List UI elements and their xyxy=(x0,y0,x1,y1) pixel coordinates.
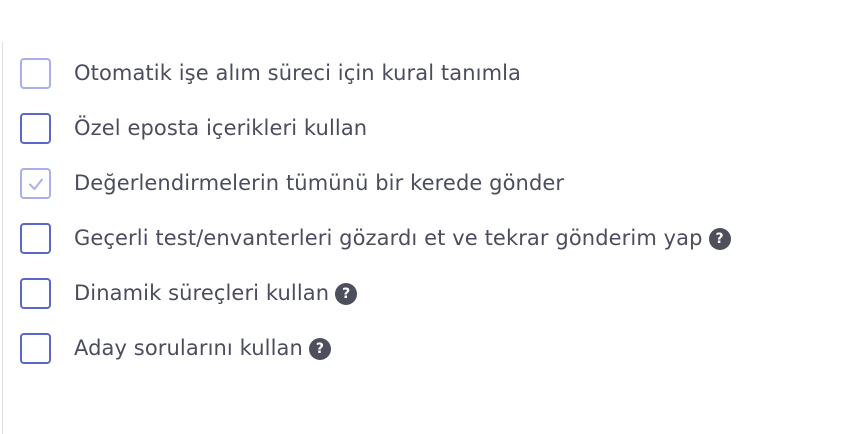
checkbox-automatic-hiring-rules[interactable] xyxy=(20,58,51,89)
settings-panel: Otomatik işe alım süreci için kural tanı… xyxy=(0,0,856,434)
option-candidate-questions[interactable]: Aday sorularını kullan ? xyxy=(20,321,731,376)
question-circle-icon[interactable]: ? xyxy=(708,227,731,250)
option-automatic-hiring-rules[interactable]: Otomatik işe alım süreci için kural tanı… xyxy=(20,46,731,101)
option-send-all-assessments[interactable]: Değerlendirmelerin tümünü bir kerede gön… xyxy=(20,156,731,211)
option-label: Otomatik işe alım süreci için kural tanı… xyxy=(74,61,522,85)
checkbox-candidate-questions[interactable] xyxy=(20,333,51,364)
checkbox-send-all-assessments[interactable] xyxy=(20,168,51,199)
checkbox-ignore-valid-tests-resend[interactable] xyxy=(20,223,51,254)
option-custom-email-content[interactable]: Özel eposta içerikleri kullan xyxy=(20,101,731,156)
options-list: Otomatik işe alım süreci için kural tanı… xyxy=(20,46,731,376)
option-ignore-valid-tests-resend[interactable]: Geçerli test/envanterleri gözardı et ve … xyxy=(20,211,731,266)
question-circle-icon[interactable]: ? xyxy=(308,337,331,360)
option-label: Aday sorularını kullan xyxy=(74,336,303,360)
check-icon xyxy=(28,178,43,190)
option-label: Özel eposta içerikleri kullan xyxy=(74,116,368,140)
checkbox-custom-email-content[interactable] xyxy=(20,113,51,144)
option-label: Dinamik süreçleri kullan xyxy=(74,281,330,305)
checkbox-dynamic-processes[interactable] xyxy=(20,278,51,309)
question-circle-icon[interactable]: ? xyxy=(335,282,358,305)
option-dynamic-processes[interactable]: Dinamik süreçleri kullan ? xyxy=(20,266,731,321)
option-label: Değerlendirmelerin tümünü bir kerede gön… xyxy=(74,171,565,195)
option-label: Geçerli test/envanterleri gözardı et ve … xyxy=(74,226,703,250)
panel-divider xyxy=(2,42,3,434)
